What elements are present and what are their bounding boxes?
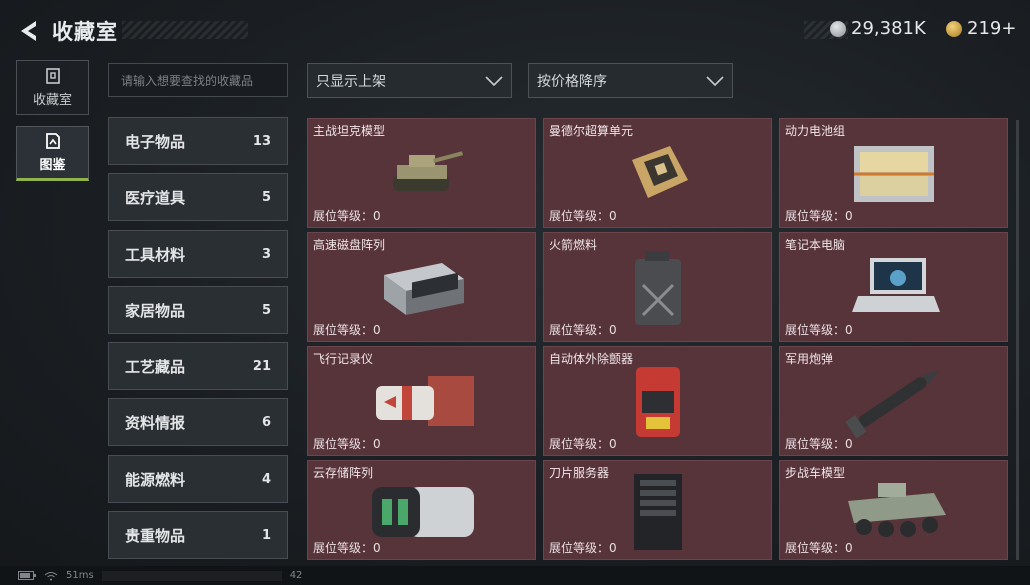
gold-coin-icon xyxy=(946,20,962,37)
wifi-icon xyxy=(44,571,58,580)
chevron-down-icon xyxy=(706,75,724,86)
category-count: 6 xyxy=(261,414,271,430)
item-name: 军用炮弹 xyxy=(785,352,834,366)
ifv-model-icon xyxy=(847,483,946,537)
sort-label: 按价格降序 xyxy=(537,73,607,90)
item-card[interactable]: 自动体外除颤器 展位等级：0 xyxy=(543,346,772,456)
status-bar: 51ms 42 xyxy=(0,566,1030,585)
page-title: 收藏室 xyxy=(52,20,118,44)
sort-dropdown[interactable]: 按价格降序 xyxy=(528,63,733,98)
category-tools[interactable]: 工具材料 3 xyxy=(108,230,288,278)
item-level: 展位等级：0 xyxy=(549,541,617,555)
item-level: 展位等级：0 xyxy=(785,209,853,223)
category-label: 贵重物品 xyxy=(125,526,186,545)
item-card[interactable]: 步战车模型 展位等级：0 xyxy=(779,460,1008,560)
item-level: 展位等级：0 xyxy=(313,437,381,451)
item-level: 展位等级：0 xyxy=(785,437,853,451)
item-level: 展位等级：0 xyxy=(785,323,853,337)
category-crafts[interactable]: 工艺藏品 21 xyxy=(108,342,288,390)
category-count: 4 xyxy=(261,471,271,487)
item-card[interactable]: 军用炮弹 展位等级：0 xyxy=(779,346,1008,456)
category-label: 工具材料 xyxy=(125,245,186,264)
shelf-filter-label: 只显示上架 xyxy=(316,73,386,90)
item-level: 展位等级：0 xyxy=(313,541,381,555)
item-card[interactable]: 笔记本电脑 展位等级：0 xyxy=(779,232,1008,342)
category-count: 5 xyxy=(261,189,271,205)
flight-recorder-icon xyxy=(375,376,474,426)
item-level: 展位等级：0 xyxy=(549,437,617,451)
item-level: 展位等级：0 xyxy=(549,323,617,337)
category-valuables[interactable]: 贵重物品 1 xyxy=(108,511,288,559)
fuel-canister-icon xyxy=(634,251,681,325)
category-intel[interactable]: 资料情报 6 xyxy=(108,398,288,446)
status-placeholder xyxy=(101,570,282,581)
item-level: 展位等级：0 xyxy=(785,541,853,555)
nav-label: 图鉴 xyxy=(39,158,66,173)
category-label: 资料情报 xyxy=(125,413,186,432)
fps-value: 42 xyxy=(289,570,303,581)
item-name: 火箭燃料 xyxy=(549,238,598,252)
category-label: 工艺藏品 xyxy=(125,357,186,376)
nav-collection-room[interactable]: 收藏室 xyxy=(16,60,89,115)
shelf-filter-dropdown[interactable]: 只显示上架 xyxy=(307,63,512,98)
search-input[interactable]: 请输入想要查找的收藏品 xyxy=(108,63,288,97)
category-count: 21 xyxy=(252,358,271,374)
silver-currency: 29,381K xyxy=(830,18,926,39)
catalog-icon xyxy=(45,133,60,149)
silver-coin-icon xyxy=(830,20,846,37)
defibrillator-icon xyxy=(635,367,680,437)
nav-catalog[interactable]: 图鉴 xyxy=(16,126,89,181)
artillery-shell-icon xyxy=(844,370,939,439)
item-card[interactable]: 火箭燃料 展位等级：0 xyxy=(543,232,772,342)
item-card[interactable]: 云存储阵列 展位等级：0 xyxy=(307,460,536,560)
item-card[interactable]: 动力电池组 展位等级：0 xyxy=(779,118,1008,228)
chevron-down-icon xyxy=(485,75,503,86)
category-medical[interactable]: 医疗道具 5 xyxy=(108,173,288,221)
category-household[interactable]: 家居物品 5 xyxy=(108,286,288,334)
item-name: 高速磁盘阵列 xyxy=(313,238,386,252)
grid-scrollbar[interactable] xyxy=(1016,120,1019,560)
category-electronics[interactable]: 电子物品 13 xyxy=(108,117,288,165)
blade-server-icon xyxy=(633,474,682,550)
item-name: 飞行记录仪 xyxy=(313,352,374,366)
category-label: 医疗道具 xyxy=(125,188,186,207)
battery-pack-icon xyxy=(853,146,934,202)
category-energy[interactable]: 能源燃料 4 xyxy=(108,455,288,503)
category-count: 3 xyxy=(261,246,271,262)
item-name: 主战坦克模型 xyxy=(313,124,386,138)
back-arrow-icon[interactable] xyxy=(16,18,42,44)
item-level: 展位等级：0 xyxy=(313,323,381,337)
item-card[interactable]: 刀片服务器 展位等级：0 xyxy=(543,460,772,560)
supercomputer-unit-icon xyxy=(631,146,688,198)
gold-currency-value: 219+ xyxy=(967,18,1017,39)
item-card[interactable]: 飞行记录仪 展位等级：0 xyxy=(307,346,536,456)
item-level: 展位等级：0 xyxy=(313,209,381,223)
silver-currency-value: 29,381K xyxy=(851,18,926,39)
gold-currency[interactable]: 219+ xyxy=(946,18,1016,39)
collection-room-icon xyxy=(45,68,60,84)
category-label: 能源燃料 xyxy=(125,470,186,489)
title-decoration xyxy=(122,21,248,39)
category-count: 5 xyxy=(261,302,271,318)
item-card[interactable]: 主战坦克模型 展位等级：0 xyxy=(307,118,536,228)
battery-icon xyxy=(18,571,36,580)
category-label: 家居物品 xyxy=(125,301,186,320)
category-count: 1 xyxy=(261,527,271,543)
cloud-storage-icon xyxy=(371,487,474,537)
category-count: 13 xyxy=(252,133,271,149)
item-level: 展位等级：0 xyxy=(549,209,617,223)
item-name: 刀片服务器 xyxy=(549,466,610,480)
item-name: 自动体外除颤器 xyxy=(549,352,634,366)
nav-label: 收藏室 xyxy=(32,93,72,108)
category-label: 电子物品 xyxy=(125,132,186,151)
item-card[interactable]: 曼德尔超算单元 展位等级：0 xyxy=(543,118,772,228)
ping-value: 51ms xyxy=(66,570,94,581)
disk-array-icon xyxy=(383,263,464,315)
item-card[interactable]: 高速磁盘阵列 展位等级：0 xyxy=(307,232,536,342)
item-name: 曼德尔超算单元 xyxy=(549,124,634,138)
item-name: 动力电池组 xyxy=(785,124,846,138)
item-name: 笔记本电脑 xyxy=(785,238,846,252)
laptop-icon xyxy=(851,258,940,312)
tank-model-icon xyxy=(392,151,463,191)
